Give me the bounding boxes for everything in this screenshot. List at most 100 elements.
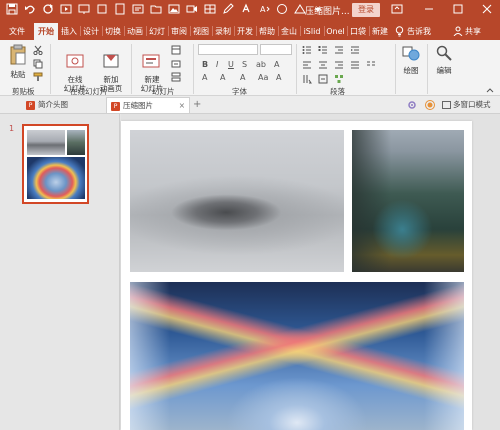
pen-icon[interactable] bbox=[222, 3, 236, 17]
decrease-indent-icon[interactable] bbox=[334, 45, 344, 55]
tab-design[interactable]: 设计 bbox=[81, 23, 101, 40]
tab-transitions[interactable]: 切换 bbox=[103, 23, 123, 40]
slideshow-icon[interactable] bbox=[78, 3, 92, 17]
highlight-icon[interactable]: A bbox=[220, 73, 225, 83]
maximize-icon[interactable] bbox=[451, 3, 465, 17]
new-icon[interactable] bbox=[114, 3, 128, 17]
grow-font-icon[interactable]: A bbox=[276, 73, 281, 83]
new-tab-plus-icon[interactable]: + bbox=[193, 97, 201, 113]
mountain-lake-image[interactable] bbox=[352, 130, 464, 272]
start-slideshow-icon[interactable] bbox=[60, 3, 74, 17]
font-name-combo[interactable] bbox=[198, 44, 258, 55]
tab-developer[interactable]: 开发 bbox=[235, 23, 255, 40]
clear-format-icon[interactable]: A bbox=[274, 60, 279, 70]
align-left-icon[interactable] bbox=[302, 60, 312, 70]
tell-me-search[interactable]: 告诉我 bbox=[407, 23, 435, 40]
share-button[interactable]: 共享 bbox=[465, 23, 491, 40]
font-color-icon[interactable] bbox=[240, 3, 254, 17]
close-icon[interactable] bbox=[480, 3, 494, 17]
settings-gear-icon[interactable] bbox=[407, 97, 417, 113]
undo-icon[interactable] bbox=[24, 3, 38, 17]
lightbulb-icon[interactable] bbox=[393, 23, 405, 40]
increase-indent-icon[interactable] bbox=[350, 45, 360, 55]
bullets-icon[interactable] bbox=[302, 45, 312, 55]
save-icon[interactable] bbox=[6, 3, 20, 17]
character-spacing-icon[interactable]: ab bbox=[256, 60, 266, 70]
font-size-combo[interactable] bbox=[260, 44, 292, 55]
slide-1[interactable] bbox=[121, 121, 472, 430]
open-icon[interactable] bbox=[150, 3, 164, 17]
tab-help[interactable]: 帮助 bbox=[257, 23, 277, 40]
format-painter-icon[interactable] bbox=[33, 72, 43, 82]
justify-icon[interactable] bbox=[350, 60, 360, 70]
redo-icon[interactable] bbox=[42, 3, 56, 17]
multi-window-mode-button[interactable]: 多窗口模式 bbox=[442, 97, 491, 113]
document-tabs: P 简介头图 P 压缩图片 × + 多窗口模式 bbox=[0, 96, 500, 114]
smartart-icon[interactable] bbox=[334, 74, 344, 84]
text-direction-icon[interactable] bbox=[302, 74, 312, 84]
sun-icon[interactable] bbox=[425, 97, 435, 113]
doc-tab-compress[interactable]: P 压缩图片 × bbox=[106, 97, 190, 113]
numbering-icon[interactable] bbox=[318, 45, 328, 55]
ribbon-display-options-icon[interactable] bbox=[390, 3, 404, 17]
video-icon[interactable] bbox=[186, 3, 200, 17]
strikethrough-icon[interactable]: S bbox=[242, 60, 247, 70]
table-icon[interactable] bbox=[204, 3, 218, 17]
tab-new[interactable]: 新建 bbox=[370, 23, 390, 40]
tab-animations[interactable]: 动画 bbox=[125, 23, 145, 40]
tab-view[interactable]: 视图 bbox=[191, 23, 211, 40]
foggy-landscape-image[interactable] bbox=[130, 130, 344, 272]
light-streaks-image[interactable] bbox=[130, 282, 464, 430]
cut-icon[interactable] bbox=[33, 45, 43, 56]
minimize-icon[interactable] bbox=[422, 3, 436, 17]
columns-icon[interactable] bbox=[366, 60, 376, 70]
align-center-icon[interactable] bbox=[318, 60, 328, 70]
layout-icon[interactable] bbox=[171, 45, 181, 55]
drawing-button[interactable]: 绘图 bbox=[398, 44, 424, 75]
copy-icon[interactable] bbox=[33, 59, 43, 69]
tab-kingsoft[interactable]: 金山 bbox=[279, 23, 299, 40]
editing-label: 编辑 bbox=[436, 66, 452, 75]
editing-button[interactable]: 编辑 bbox=[431, 44, 457, 75]
tab-insert[interactable]: 插入 bbox=[59, 23, 79, 40]
font-color-button-icon[interactable]: A bbox=[240, 73, 245, 83]
login-button[interactable]: 登录 bbox=[352, 3, 380, 17]
slide-thumbnail[interactable] bbox=[22, 124, 89, 204]
quick-access-toolbar: A bbox=[6, 3, 326, 17]
tab-record[interactable]: 录制 bbox=[213, 23, 233, 40]
tab-slideshow[interactable]: 幻灯 bbox=[147, 23, 167, 40]
section-icon[interactable] bbox=[171, 72, 181, 82]
close-tab-icon[interactable]: × bbox=[179, 98, 185, 114]
thumb-image-mountain bbox=[67, 130, 85, 155]
shape-oval-icon[interactable] bbox=[276, 3, 290, 17]
reset-icon[interactable] bbox=[171, 59, 181, 69]
italic-icon[interactable]: I bbox=[216, 60, 218, 70]
tab-pocket[interactable]: 口袋 bbox=[348, 23, 368, 40]
underline-icon[interactable]: U bbox=[228, 60, 234, 70]
tab-onekey[interactable]: Onel bbox=[325, 23, 346, 40]
paste-button[interactable]: 粘贴 bbox=[6, 44, 30, 79]
group-separator bbox=[427, 44, 428, 94]
rect-icon[interactable] bbox=[96, 3, 110, 17]
text-effects-icon[interactable]: A bbox=[202, 73, 207, 83]
ribbon-tabs: 文件 开始 插入 设计 切换 动画 幻灯 审阅 视图 录制 开发 帮助 金山 i… bbox=[0, 21, 500, 40]
align-right-icon[interactable] bbox=[334, 60, 344, 70]
document-title: 压缩图片... bbox=[305, 7, 350, 17]
doc-tab-intro-label: 简介头图 bbox=[38, 100, 68, 109]
image-icon[interactable] bbox=[168, 3, 182, 17]
tab-islide[interactable]: iSlid bbox=[301, 23, 323, 40]
collapse-ribbon-icon[interactable] bbox=[485, 85, 495, 95]
text-box-icon[interactable] bbox=[132, 3, 146, 17]
align-text-icon[interactable] bbox=[318, 74, 328, 84]
slide-editor-canvas[interactable] bbox=[121, 114, 500, 430]
change-case-icon[interactable]: Aa bbox=[258, 73, 268, 83]
tab-review[interactable]: 审阅 bbox=[169, 23, 189, 40]
text-size-icon[interactable]: A bbox=[258, 3, 272, 17]
share-person-icon[interactable] bbox=[452, 23, 464, 40]
tab-file[interactable]: 文件 bbox=[4, 23, 30, 40]
bold-icon[interactable]: B bbox=[202, 60, 208, 70]
tab-home[interactable]: 开始 bbox=[34, 23, 58, 40]
powerpoint-icon: P bbox=[111, 101, 120, 111]
doc-tab-intro[interactable]: P 简介头图 bbox=[22, 97, 72, 113]
slide-thumbnail-panel[interactable]: 1 bbox=[0, 114, 120, 430]
